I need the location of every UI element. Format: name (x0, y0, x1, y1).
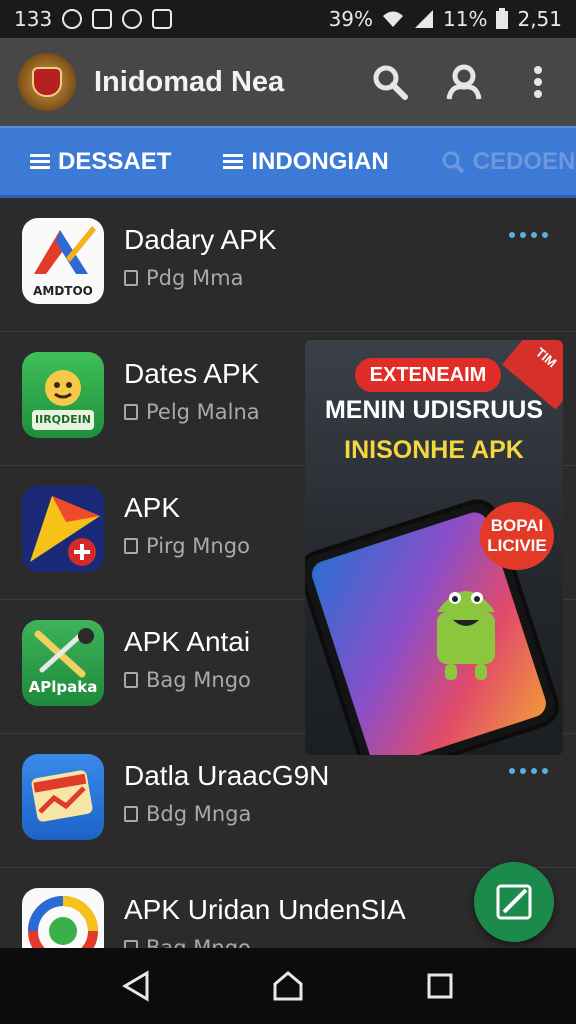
app-icon-label: APlpaka (28, 678, 98, 696)
tab-label: INDONGIAN (251, 147, 389, 175)
tab-indongian[interactable]: INDONGIAN (223, 147, 389, 176)
uridan-app-icon (22, 888, 104, 948)
battery-a-text: 39% (328, 7, 374, 31)
app-name: Dadary APK (124, 224, 277, 255)
android-mascot-icon (437, 591, 495, 680)
system-nav-bar (0, 948, 576, 1024)
home-icon (273, 971, 303, 1001)
app-subtitle-text: Bag Mngo (146, 668, 251, 692)
ad-badge: EXTENEAIM (355, 358, 501, 392)
app-subtitle: Pelg Malna (124, 400, 260, 424)
more-vert-icon (534, 66, 542, 98)
tab-label: CEDOEN (472, 147, 576, 175)
list-item[interactable]: AMDTOO Dadary APK Pdg Mma (0, 198, 576, 332)
app-name: APK Antai (124, 626, 251, 657)
app-name: Datla UraacG9N (124, 760, 330, 791)
app-subtitle: Pdg Mma (124, 266, 243, 290)
app-subtitle: Bag Mngo (124, 936, 251, 948)
search-icon (373, 65, 408, 100)
sync-icon (122, 9, 143, 29)
clock: 2,51 (517, 7, 562, 31)
item-menu-button[interactable] (509, 232, 548, 238)
edit-fab-button[interactable] (474, 862, 554, 942)
app-icon-label: AMDTOO (33, 284, 93, 298)
back-button[interactable] (111, 961, 161, 1011)
signal-icon (415, 10, 434, 28)
app-subtitle: Bag Mngo (124, 668, 251, 692)
recents-icon (427, 973, 453, 999)
dadary-app-icon: AMDTOO (22, 218, 104, 304)
ad-bubble-line1: BOPAI (490, 516, 544, 535)
app-subtitle-text: Pirg Mngo (146, 534, 250, 558)
app-notification-icon (92, 9, 113, 29)
search-icon (442, 151, 465, 173)
app-title: Inidomad Nea (94, 65, 285, 98)
app-logo (18, 53, 76, 111)
item-menu-button[interactable] (509, 768, 548, 774)
tab-cedoen[interactable]: CEDOEN (441, 147, 576, 176)
font-icon (152, 9, 173, 29)
account-button[interactable] (444, 62, 484, 102)
list-icon (30, 153, 50, 170)
account-icon (446, 64, 482, 100)
app-subtitle-text: Bag Mngo (146, 936, 251, 948)
home-button[interactable] (263, 961, 313, 1011)
edit-icon (496, 884, 532, 920)
bag-icon (124, 404, 138, 420)
app-subtitle-text: Pdg Mma (146, 266, 244, 290)
battery-b-text: 11% (443, 7, 488, 31)
bag-icon (124, 806, 138, 822)
ad-bubble: BOPAI LICIVIE (480, 502, 554, 570)
recents-button[interactable] (415, 961, 465, 1011)
ad-banner[interactable]: TIM EXTENEAIM MENIN UDISRUUS INISONHE AP… (305, 340, 563, 755)
app-name: Dates APK (124, 358, 260, 389)
list-icon (223, 153, 244, 170)
apk-antai-app-icon: APlpaka (22, 620, 104, 706)
wifi-icon (383, 11, 404, 27)
bag-icon (124, 672, 138, 688)
back-icon (122, 970, 149, 1002)
tab-bar: DESSAET INDONGIAN CEDOEN (0, 126, 576, 198)
apk-app-icon (22, 486, 104, 572)
battery-icon (496, 8, 509, 29)
bag-icon (124, 538, 138, 554)
app-icon-label: IIRQDEIN (35, 413, 91, 426)
app-subtitle-text: Pelg Malna (146, 400, 260, 424)
app-bar: Inidomad Nea (0, 38, 576, 126)
datla-app-icon (22, 754, 104, 840)
app-subtitle: Pirg Mngo (124, 534, 250, 558)
notification-icon (62, 9, 83, 29)
status-left-text: 133 (14, 7, 53, 31)
ad-bubble-line2: LICIVIE (487, 536, 547, 555)
tab-label: DESSAET (58, 147, 172, 175)
app-subtitle-text: Bdg Mnga (146, 802, 252, 826)
app-name: APK Uridan UndenSIA (124, 894, 406, 925)
bag-icon (124, 270, 138, 286)
app-subtitle: Bdg Mnga (124, 802, 251, 826)
more-options-button[interactable] (518, 62, 558, 102)
bag-icon (124, 940, 138, 948)
ad-subheadline: INISONHE APK (344, 436, 524, 464)
search-button[interactable] (370, 62, 410, 102)
status-bar: 133 39% 11% 2,51 (0, 0, 576, 38)
ad-headline: MENIN UDISRUUS (324, 396, 544, 424)
dates-app-icon: IIRQDEIN (22, 352, 104, 438)
tab-dessaet[interactable]: DESSAET (30, 148, 171, 176)
app-name: APK (124, 492, 181, 523)
